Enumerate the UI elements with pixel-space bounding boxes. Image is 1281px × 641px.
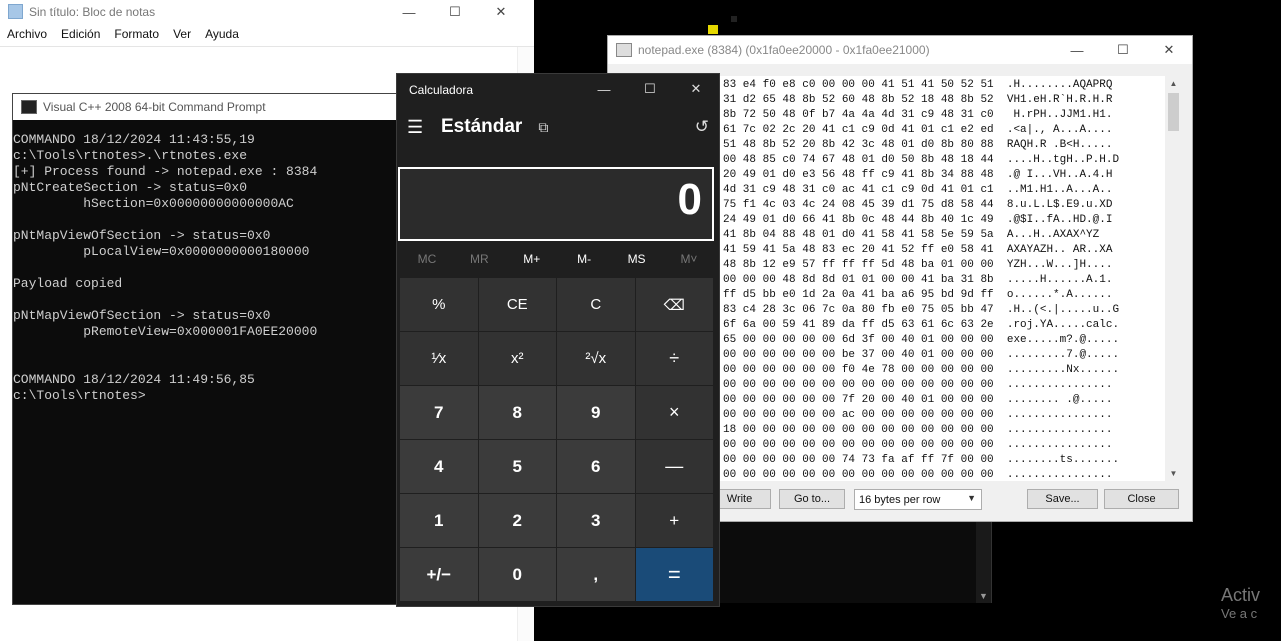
memory-subtract-button[interactable]: M-	[558, 252, 610, 266]
reciprocal-button[interactable]: ¹⁄x	[400, 332, 478, 385]
clear-entry-button[interactable]: CE	[478, 278, 556, 331]
digit-2-button[interactable]: 2	[478, 494, 556, 547]
maximize-button[interactable]: ☐	[432, 3, 478, 21]
hamburger-menu-icon[interactable]: ☰	[407, 117, 429, 138]
watermark-line-1: Activ	[1221, 585, 1261, 605]
hex-scrollbar[interactable]: ▲ ▼	[1165, 76, 1182, 481]
digit-0-button[interactable]: 0	[478, 548, 556, 601]
memory-store-button[interactable]: MS	[611, 252, 663, 266]
close-button[interactable]: ✕	[673, 80, 719, 98]
divide-button[interactable]: ÷	[635, 332, 713, 385]
decimal-button[interactable]: ,	[557, 548, 635, 601]
square-root-button[interactable]: ²√x	[557, 332, 635, 385]
scroll-up-icon[interactable]: ▲	[1165, 76, 1182, 91]
digit-7-button[interactable]: 7	[400, 386, 478, 439]
negate-button[interactable]: +/−	[400, 548, 478, 601]
digit-9-button[interactable]: 9	[557, 386, 635, 439]
scroll-thumb[interactable]	[1168, 93, 1179, 131]
console-scrollbar[interactable]: ▼	[976, 519, 991, 603]
activation-watermark: Activ Ve a c	[1221, 585, 1281, 621]
square-button[interactable]: x²	[478, 332, 556, 385]
menu-ayuda[interactable]: Ayuda	[205, 27, 239, 41]
hex-dump-text: 83 e4 f0 e8 c0 00 00 00 41 51 41 50 52 5…	[723, 79, 1120, 481]
clear-button[interactable]: C	[557, 278, 635, 331]
yellow-marker	[708, 25, 718, 34]
minimize-button[interactable]: —	[581, 80, 627, 98]
hex-dump[interactable]: 83 e4 f0 e8 c0 00 00 00 41 51 41 50 52 5…	[718, 76, 1165, 481]
notepad-title: Sin título: Bloc de notas	[29, 4, 156, 19]
menu-divider	[0, 46, 534, 47]
goto-button[interactable]: Go to...	[779, 489, 845, 509]
digit-5-button[interactable]: 5	[478, 440, 556, 493]
menu-edicion[interactable]: Edición	[61, 27, 100, 41]
digit-6-button[interactable]: 6	[557, 440, 635, 493]
subtract-button[interactable]: —	[635, 440, 713, 493]
cmd-titlebar[interactable]: Visual C++ 2008 64-bit Command Prompt	[13, 94, 403, 120]
equals-button[interactable]: =	[635, 548, 713, 601]
cmd-icon	[21, 100, 37, 114]
memory-clear-button[interactable]: MC	[401, 252, 453, 266]
percent-button[interactable]: %	[400, 278, 478, 331]
calc-title: Calculadora	[409, 83, 474, 97]
menu-archivo[interactable]: Archivo	[7, 27, 47, 41]
close-button[interactable]: ✕	[478, 3, 524, 21]
menu-ver[interactable]: Ver	[173, 27, 191, 41]
calc-header: ☰ Estándar ⧉ ↺	[407, 112, 709, 142]
command-prompt-window: Visual C++ 2008 64-bit Command Prompt CO…	[12, 93, 404, 605]
maximize-button[interactable]: ☐	[627, 80, 673, 98]
calc-mode: Estándar	[441, 116, 523, 137]
multiply-button[interactable]: ×	[635, 386, 713, 439]
digit-8-button[interactable]: 8	[478, 386, 556, 439]
digit-3-button[interactable]: 3	[557, 494, 635, 547]
memory-add-button[interactable]: M+	[506, 252, 558, 266]
scroll-down-icon[interactable]: ▼	[1165, 466, 1182, 481]
bytes-per-row-value: 16 bytes per row	[859, 493, 941, 506]
calculator-window: Calculadora — ☐ ✕ ☰ Estándar ⧉ ↺ 0 MC MR…	[396, 73, 720, 607]
keypad: % CE C ⌫ ¹⁄x x² ²√x ÷ 7 8 9 × 4 5 6 — 1 …	[400, 278, 714, 601]
memory-list-button[interactable]: M˅	[663, 252, 715, 266]
close-dialog-button[interactable]: Close	[1104, 489, 1179, 509]
notepad-icon	[8, 4, 23, 19]
dark-marker	[731, 16, 737, 22]
watermark-line-2: Ve a c	[1221, 606, 1258, 621]
backspace-button[interactable]: ⌫	[635, 278, 713, 331]
maximize-button[interactable]: ☐	[1100, 41, 1146, 59]
minimize-button[interactable]: —	[386, 3, 432, 21]
save-button[interactable]: Save...	[1027, 489, 1098, 509]
display-value: 0	[677, 175, 702, 224]
memory-recall-button[interactable]: MR	[453, 252, 505, 266]
digit-4-button[interactable]: 4	[400, 440, 478, 493]
notepad-menubar: Archivo Edición Formato Ver Ayuda	[7, 27, 253, 41]
history-icon[interactable]: ↺	[695, 117, 709, 137]
menu-formato[interactable]: Formato	[114, 27, 159, 41]
add-button[interactable]: +	[635, 494, 713, 547]
bytes-per-row-select[interactable]: 16 bytes per row ▼	[854, 489, 982, 510]
cmd-output[interactable]: COMMANDO 18/12/2024 11:43:55,19 c:\Tools…	[13, 120, 403, 404]
chevron-down-icon: ▼	[967, 493, 976, 503]
calc-display: 0	[398, 167, 714, 241]
keep-on-top-icon[interactable]: ⧉	[538, 119, 548, 136]
cmd-title: Visual C++ 2008 64-bit Command Prompt	[43, 100, 266, 114]
chevron-down-icon[interactable]: ▼	[979, 591, 988, 601]
memory-row: MC MR M+ M- MS M˅	[401, 252, 715, 266]
minimize-button[interactable]: —	[1054, 41, 1100, 59]
window-icon	[616, 43, 632, 57]
close-button[interactable]: ✕	[1146, 41, 1192, 59]
digit-1-button[interactable]: 1	[400, 494, 478, 547]
hex-title: notepad.exe (8384) (0x1fa0ee20000 - 0x1f…	[638, 43, 930, 57]
